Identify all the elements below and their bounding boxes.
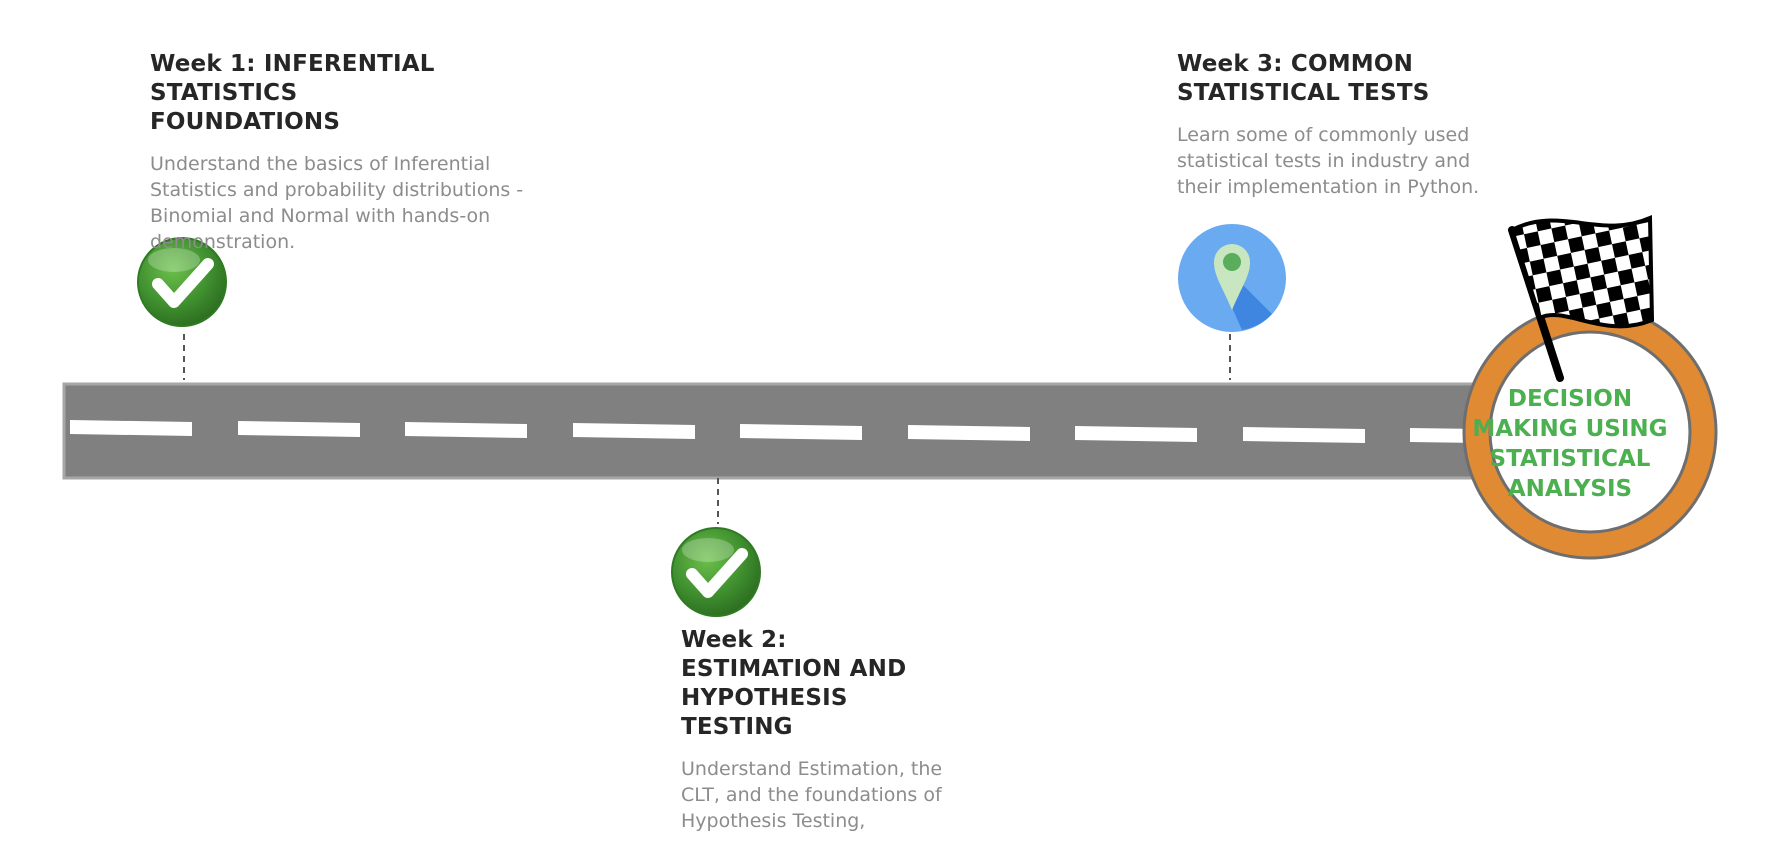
milestone-week-2: Week 2: ESTIMATION AND HYPOTHESIS TESTIN… [681, 626, 981, 834]
goal-label: DECISION MAKING USING STATISTICAL ANALYS… [1472, 386, 1668, 502]
location-pin-icon [1178, 224, 1286, 332]
milestone-title: Week 2: ESTIMATION AND HYPOTHESIS TESTIN… [681, 627, 907, 740]
milestone-week-3: Week 3: COMMON STATISTICAL TESTS Learn s… [1177, 50, 1517, 200]
check-icon [671, 527, 761, 617]
milestone-week-1: Week 1: INFERENTIAL STATISTICS FOUNDATIO… [150, 50, 540, 255]
milestone-description: Understand the basics of Inferential Sta… [150, 153, 524, 253]
milestone-title: Week 1: INFERENTIAL STATISTICS FOUNDATIO… [150, 51, 435, 135]
milestone-description: Understand Estimation, the CLT, and the … [681, 758, 943, 832]
milestone-title: Week 3: COMMON STATISTICAL TESTS [1177, 51, 1430, 106]
milestone-description: Learn some of commonly used statistical … [1177, 124, 1480, 198]
road [62, 382, 1506, 480]
